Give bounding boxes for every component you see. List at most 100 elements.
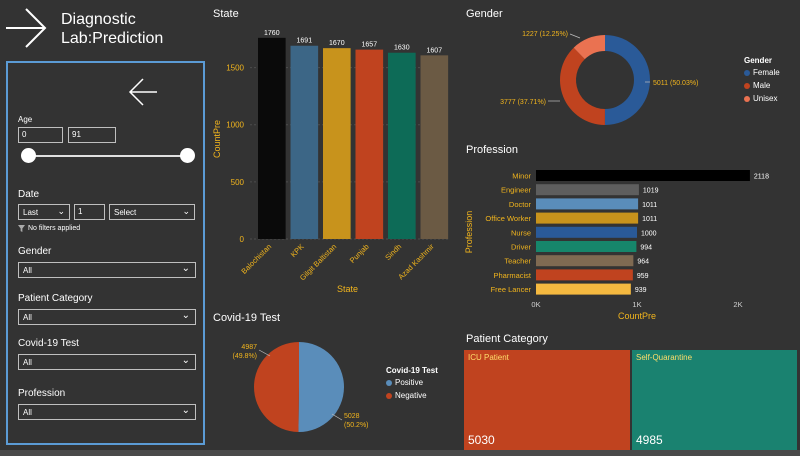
gender-dropdown[interactable]: All ⌄ [18,262,196,278]
tile-name: Self-Quarantine [636,353,693,362]
profession-bar-label: 1011 [642,202,657,209]
filter-icon [18,225,25,232]
legend-swatch [744,95,750,102]
filter-panel: Age 0 91 Date Last ⌄ 1 Select ⌄ No filte… [6,61,205,445]
profession-y-tick-label: Office Worker [485,214,531,223]
legend-label: Negative [395,391,427,400]
profession-y-tick-label: Pharmacist [493,271,531,280]
gender-legend: Gender Female Male Unisex [744,56,780,107]
profession-dropdown[interactable]: All ⌄ [18,404,196,420]
pie-data-label: (49.8%) [232,353,257,360]
patient-category-dropdown-value: All [23,313,32,322]
profession-y-axis-label: Profession [464,211,474,254]
state-bar [355,49,384,239]
state-bar-label: 1670 [329,40,345,47]
chevron-down-icon: ⌄ [181,263,190,274]
legend-item[interactable]: Unisex [744,94,780,103]
patient-category-filter-label: Patient Category [18,293,93,304]
y-tick-label: 500 [231,178,245,187]
state-x-tick-label: Punjab [348,242,371,265]
tile-self-quarantine[interactable]: Self-Quarantine 4985 [632,350,797,450]
profession-y-tick-label: Minor [512,172,531,181]
state-bar-label: 1760 [264,30,280,37]
age-label: Age [18,115,33,124]
date-count-input[interactable]: 1 [74,204,105,220]
age-slider-max-handle[interactable] [180,148,195,163]
age-slider-min-handle[interactable] [21,148,36,163]
profession-bar-label: 1000 [641,230,657,237]
date-unit-select[interactable]: Select ⌄ [109,204,195,220]
tile-value: 4985 [636,433,663,447]
arrow-right-icon[interactable] [4,6,48,50]
bottom-scrollbar[interactable] [0,450,800,456]
state-bar [290,45,319,239]
profession-bar [536,241,637,252]
profession-y-tick-label: Driver [511,243,532,252]
leader-line [331,413,343,421]
tile-name: ICU Patient [468,353,509,362]
age-min-input[interactable]: 0 [18,127,63,143]
state-x-tick-label: Sindh [383,242,403,262]
chevron-down-icon: ⌄ [181,310,190,321]
state-bar-chart: 0500100015001760Balochistan1691KPK1670Gi… [212,30,450,294]
profession-bar-label: 1019 [643,188,659,195]
pie-data-label: 5028 [344,413,360,420]
legend-label: Female [753,68,780,77]
pie-slice [560,47,605,125]
pie-slice [604,35,650,125]
pie-data-label: 3777 (37.71%) [500,99,546,106]
covid-filter-label: Covid-19 Test [18,338,79,349]
patient-category-dropdown[interactable]: All ⌄ [18,309,196,325]
gender-chart-title: Gender [466,8,503,20]
profession-x-tick-label: 1K [632,300,641,309]
profession-bar-label: 939 [635,287,647,294]
covid-dropdown[interactable]: All ⌄ [18,354,196,370]
state-bar-label: 1630 [394,45,410,52]
profession-bar-label: 1011 [642,216,657,223]
state-y-axis-label: CountPre [212,120,222,158]
chevron-down-icon: ⌄ [57,206,65,216]
no-filters-note: No filters applied [18,225,80,232]
state-chart-title: State [213,8,239,20]
tile-icu-patient[interactable]: ICU Patient 5030 [464,350,630,450]
state-x-tick-label: Balochistan [239,242,273,276]
leader-line [258,349,271,357]
legend-label: Positive [395,378,424,387]
profession-bar-label: 964 [637,259,649,266]
legend-label: Unisex [753,94,778,103]
no-filters-text: No filters applied [28,225,81,232]
date-mode-select[interactable]: Last ⌄ [18,204,70,220]
profession-bar [536,269,633,281]
tile-value: 5030 [468,433,495,447]
y-tick-label: 0 [240,235,245,244]
profession-bar-label: 959 [637,273,649,280]
covid-legend: Covid-19 Test Positive Negative [386,366,438,404]
profession-bar-chart: Minor 2118 Engineer 1019 Doctor 1011 Office Wo… [464,170,769,321]
legend-item[interactable]: Female [744,68,780,77]
state-bar-label: 1607 [427,47,443,54]
age-max-input[interactable]: 91 [68,127,116,143]
date-label: Date [18,189,40,200]
profession-bar [536,212,639,224]
profession-x-axis-label: CountPre [618,311,656,321]
pie-slice [298,342,344,432]
legend-item[interactable]: Male [744,81,780,90]
chevron-down-icon: ⌄ [181,355,190,366]
age-slider[interactable] [28,155,188,157]
y-tick-label: 1500 [226,64,244,73]
state-bar [258,37,286,239]
profession-bar [536,184,639,196]
state-x-tick-label: KPK [289,242,306,259]
legend-item[interactable]: Positive [386,378,438,387]
arrow-left-icon[interactable] [128,77,158,107]
profession-y-tick-label: Nurse [511,228,531,237]
profession-dropdown-value: All [23,408,32,417]
pie-data-label: 4987 [241,344,257,351]
legend-item[interactable]: Negative [386,391,438,400]
covid-pie-chart: 5028 (50.2%) 4987 (49.8%) [232,342,369,432]
legend-swatch [744,69,750,76]
pie-data-label: 5011 (50.03%) [653,80,698,87]
page-title: Diagnostic Lab:Prediction [61,11,164,47]
pie-data-label: (50.2%) [344,422,369,429]
chevron-down-icon: ⌄ [181,405,190,416]
